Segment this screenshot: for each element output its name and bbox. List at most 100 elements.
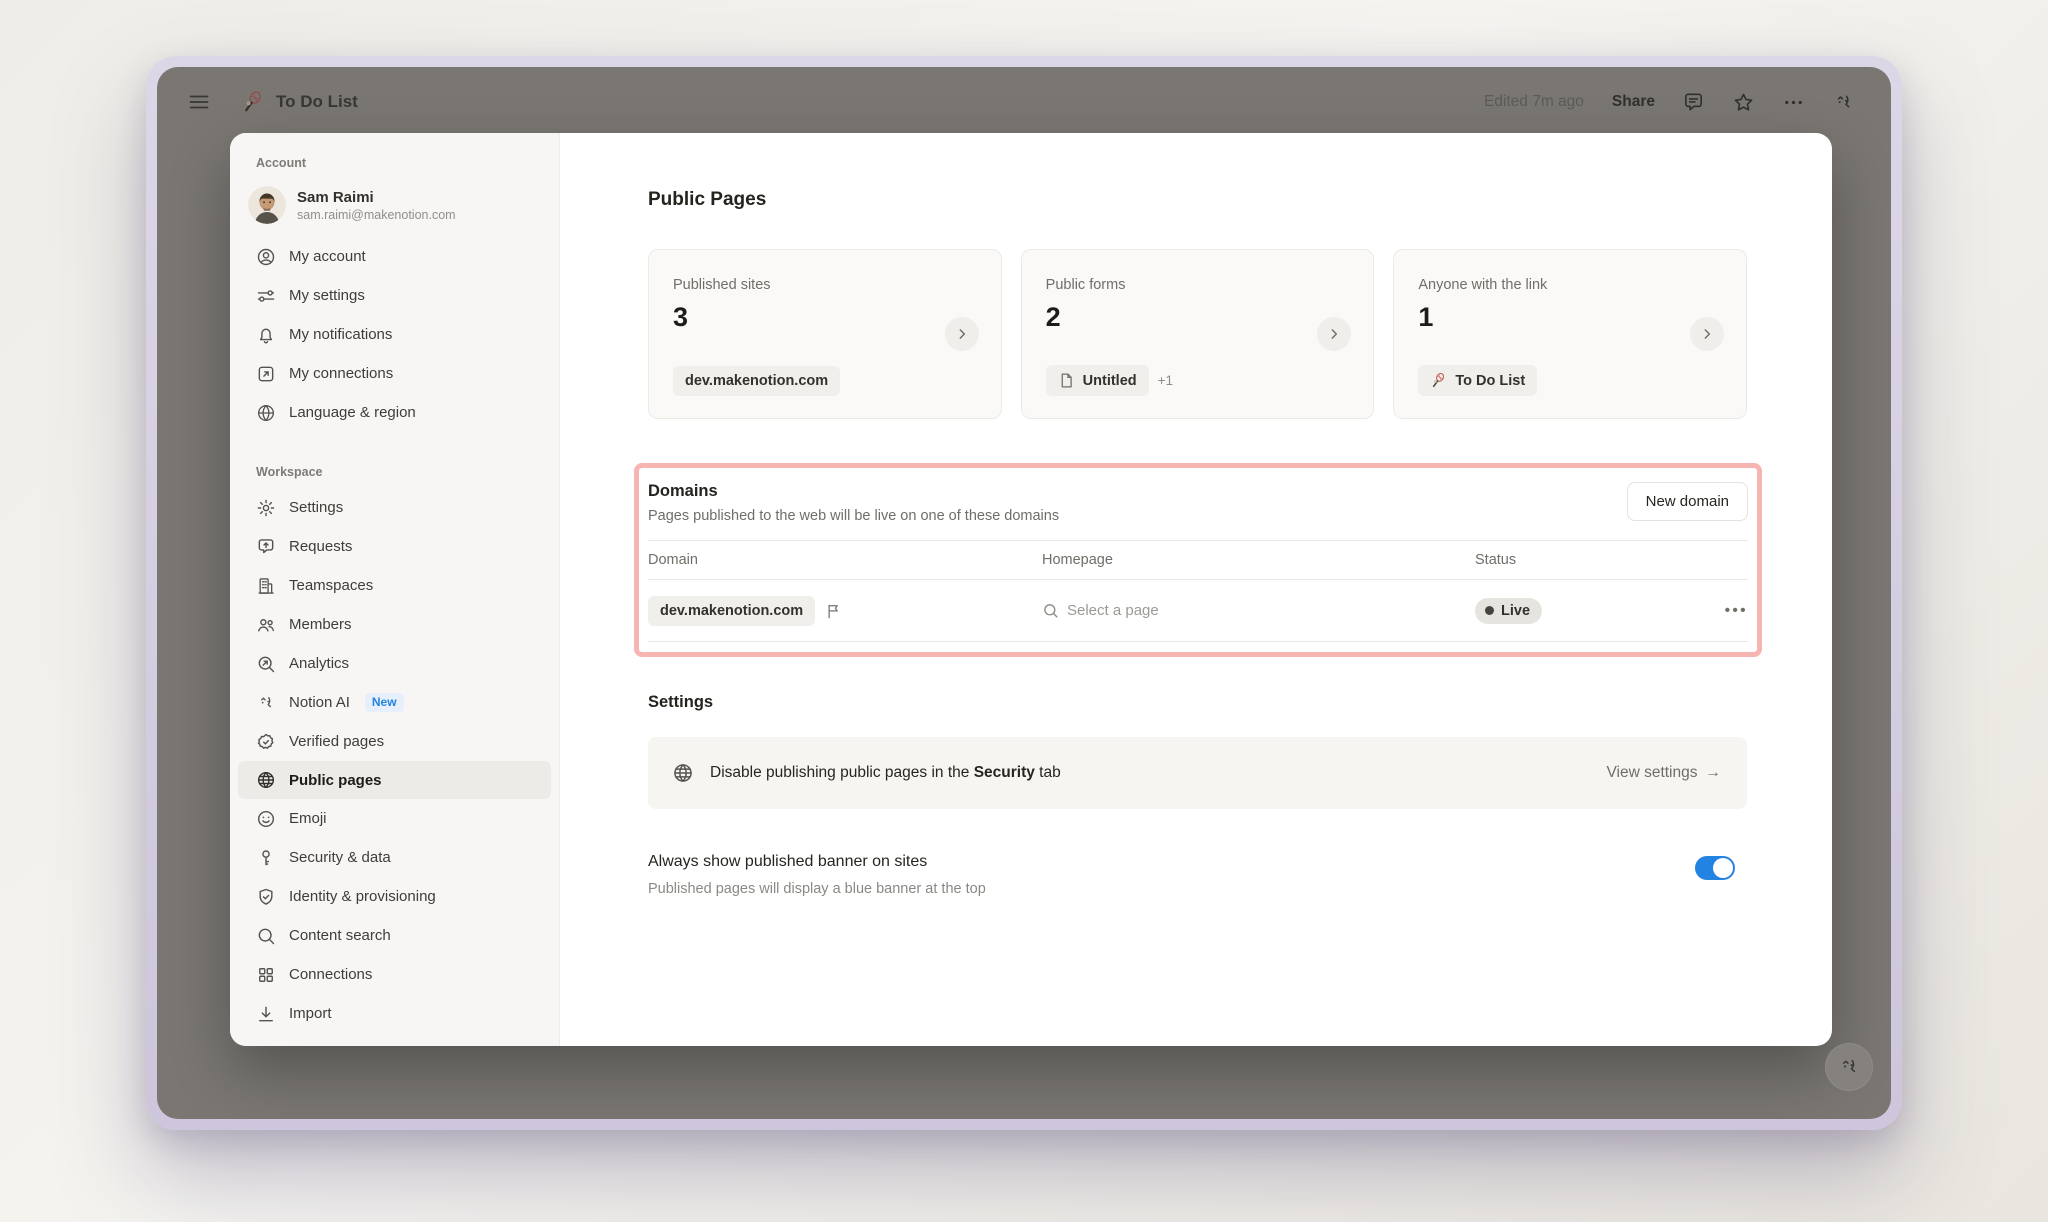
page-title[interactable]: To Do List	[276, 92, 358, 112]
sidebar-item-identity-provisioning[interactable]: Identity & provisioning	[230, 877, 559, 916]
person-circle-icon	[256, 247, 276, 267]
sidebar-item-teamspaces[interactable]: Teamspaces	[230, 566, 559, 605]
bell-icon	[256, 325, 276, 345]
sidebar-item-requests[interactable]: Requests	[230, 527, 559, 566]
comments-icon[interactable]	[1682, 91, 1705, 114]
magnifier-arrow-icon	[256, 654, 276, 674]
card-count: 1	[1418, 302, 1722, 333]
settings-modal: Account	[230, 133, 1832, 1046]
search-icon	[1042, 602, 1059, 619]
select-homepage-field[interactable]: Select a page	[1042, 602, 1475, 619]
people-icon	[256, 615, 276, 635]
user-profile[interactable]: Sam Raimi sam.raimi@makenotion.com	[230, 181, 559, 229]
card-label: Published sites	[673, 277, 977, 293]
notion-app-dimmed: To Do List Edited 7m ago Share Account	[157, 67, 1891, 1119]
new-domain-button[interactable]: New domain	[1627, 482, 1748, 521]
user-name: Sam Raimi	[297, 188, 456, 207]
sidebar-item-notion-ai[interactable]: Notion AI New	[230, 683, 559, 722]
chevron-right-icon[interactable]	[1690, 317, 1724, 351]
disable-publishing-row: Disable publishing public pages in the S…	[648, 737, 1747, 809]
notion-ai-icon[interactable]	[1832, 91, 1855, 114]
sliders-icon	[256, 286, 276, 306]
card-label: Anyone with the link	[1418, 277, 1722, 293]
public-pages-panel: Public Pages Published sites 3 dev.maken…	[560, 133, 1832, 1046]
page-chip: To Do List	[1418, 365, 1537, 396]
building-icon	[256, 576, 276, 596]
sidebar-item-members[interactable]: Members	[230, 605, 559, 644]
banner-toggle[interactable]	[1695, 856, 1735, 880]
ai-face-icon	[256, 693, 276, 713]
edited-timestamp: Edited 7m ago	[1484, 93, 1584, 111]
notion-ai-floating-button[interactable]	[1825, 1043, 1873, 1091]
more-options-icon[interactable]	[1782, 91, 1805, 114]
tennis-racket-icon	[241, 90, 265, 114]
domains-subtitle: Pages published to the web will be live …	[648, 508, 1059, 524]
sidebar-item-language-region[interactable]: Language & region	[230, 393, 559, 432]
gear-icon	[256, 498, 276, 518]
live-dot	[1485, 606, 1494, 615]
public-forms-card[interactable]: Public forms 2 Untitled +1	[1021, 249, 1375, 419]
panel-title: Public Pages	[648, 189, 1747, 211]
arrow-out-box-icon	[256, 364, 276, 384]
sidebar-item-security-data[interactable]: Security & data	[230, 838, 559, 877]
card-count: 3	[673, 302, 977, 333]
key-icon	[256, 848, 276, 868]
app-window: To Do List Edited 7m ago Share Account	[146, 56, 1902, 1130]
published-banner-setting: Always show published banner on sites Pu…	[648, 853, 1747, 897]
banner-setting-subtitle: Published pages will display a blue bann…	[648, 881, 986, 897]
sidebar-item-my-notifications[interactable]: My notifications	[230, 315, 559, 354]
domains-table: Domain Homepage Status dev.makenotion.co…	[648, 540, 1748, 642]
card-count: 2	[1046, 302, 1350, 333]
sidebar-item-connections[interactable]: Connections	[230, 955, 559, 994]
tennis-racket-icon	[1430, 372, 1447, 389]
column-status: Status	[1475, 552, 1708, 568]
view-settings-link[interactable]: View settings→	[1606, 764, 1721, 782]
sidebar-item-content-search[interactable]: Content search	[230, 916, 559, 955]
sidebar-item-analytics[interactable]: Analytics	[230, 644, 559, 683]
sidebar-item-import[interactable]: Import	[230, 994, 559, 1033]
anyone-with-link-card[interactable]: Anyone with the link 1	[1393, 249, 1747, 419]
flag-icon[interactable]	[825, 602, 843, 620]
domain-chip: dev.makenotion.com	[648, 596, 815, 626]
request-bubble-icon	[256, 537, 276, 557]
ai-face-icon	[1837, 1055, 1861, 1079]
banner-setting-title: Always show published banner on sites	[648, 853, 986, 871]
account-items: My account My settings My notifications	[230, 237, 559, 432]
globe-icon	[672, 762, 694, 784]
status-badge: Live	[1475, 598, 1542, 624]
user-email: sam.raimi@makenotion.com	[297, 207, 456, 223]
card-label: Public forms	[1046, 277, 1350, 293]
sidebar-item-my-account[interactable]: My account	[230, 237, 559, 276]
published-sites-card[interactable]: Published sites 3 dev.makenotion.com	[648, 249, 1002, 419]
account-section-label: Account	[230, 155, 559, 171]
domain-table-row: dev.makenotion.com Select a page Live	[648, 580, 1748, 642]
disable-publishing-text: Disable publishing public pages in the S…	[710, 764, 1061, 782]
settings-title: Settings	[648, 693, 1747, 712]
arrow-right-icon: →	[1706, 764, 1722, 782]
domains-title: Domains	[648, 482, 1059, 501]
favorite-star-icon[interactable]	[1732, 91, 1755, 114]
avatar	[248, 186, 286, 224]
more-count: +1	[1158, 373, 1173, 388]
topbar: To Do List Edited 7m ago Share	[157, 67, 1891, 137]
sidebar-item-emoji[interactable]: Emoji	[230, 799, 559, 838]
menu-icon[interactable]	[187, 90, 211, 114]
settings-sidebar: Account	[230, 133, 560, 1046]
page-chip: Untitled	[1046, 365, 1149, 396]
sidebar-item-settings[interactable]: Settings	[230, 488, 559, 527]
share-button[interactable]: Share	[1612, 93, 1655, 111]
chevron-right-icon[interactable]	[945, 317, 979, 351]
column-homepage: Homepage	[1042, 552, 1475, 568]
desktop-background: To Do List Edited 7m ago Share Account	[0, 0, 2048, 1222]
summary-cards: Published sites 3 dev.makenotion.com Pub…	[648, 249, 1747, 419]
sidebar-item-verified-pages[interactable]: Verified pages	[230, 722, 559, 761]
row-menu-icon[interactable]: •••	[1725, 602, 1748, 619]
smiley-icon	[256, 809, 276, 829]
chevron-right-icon[interactable]	[1317, 317, 1351, 351]
sidebar-item-my-connections[interactable]: My connections	[230, 354, 559, 393]
workspace-section-label: Workspace	[230, 464, 559, 480]
globe-icon	[256, 770, 276, 790]
sidebar-item-my-settings[interactable]: My settings	[230, 276, 559, 315]
sidebar-item-public-pages[interactable]: Public pages	[238, 761, 551, 799]
domain-chip: dev.makenotion.com	[673, 366, 840, 396]
